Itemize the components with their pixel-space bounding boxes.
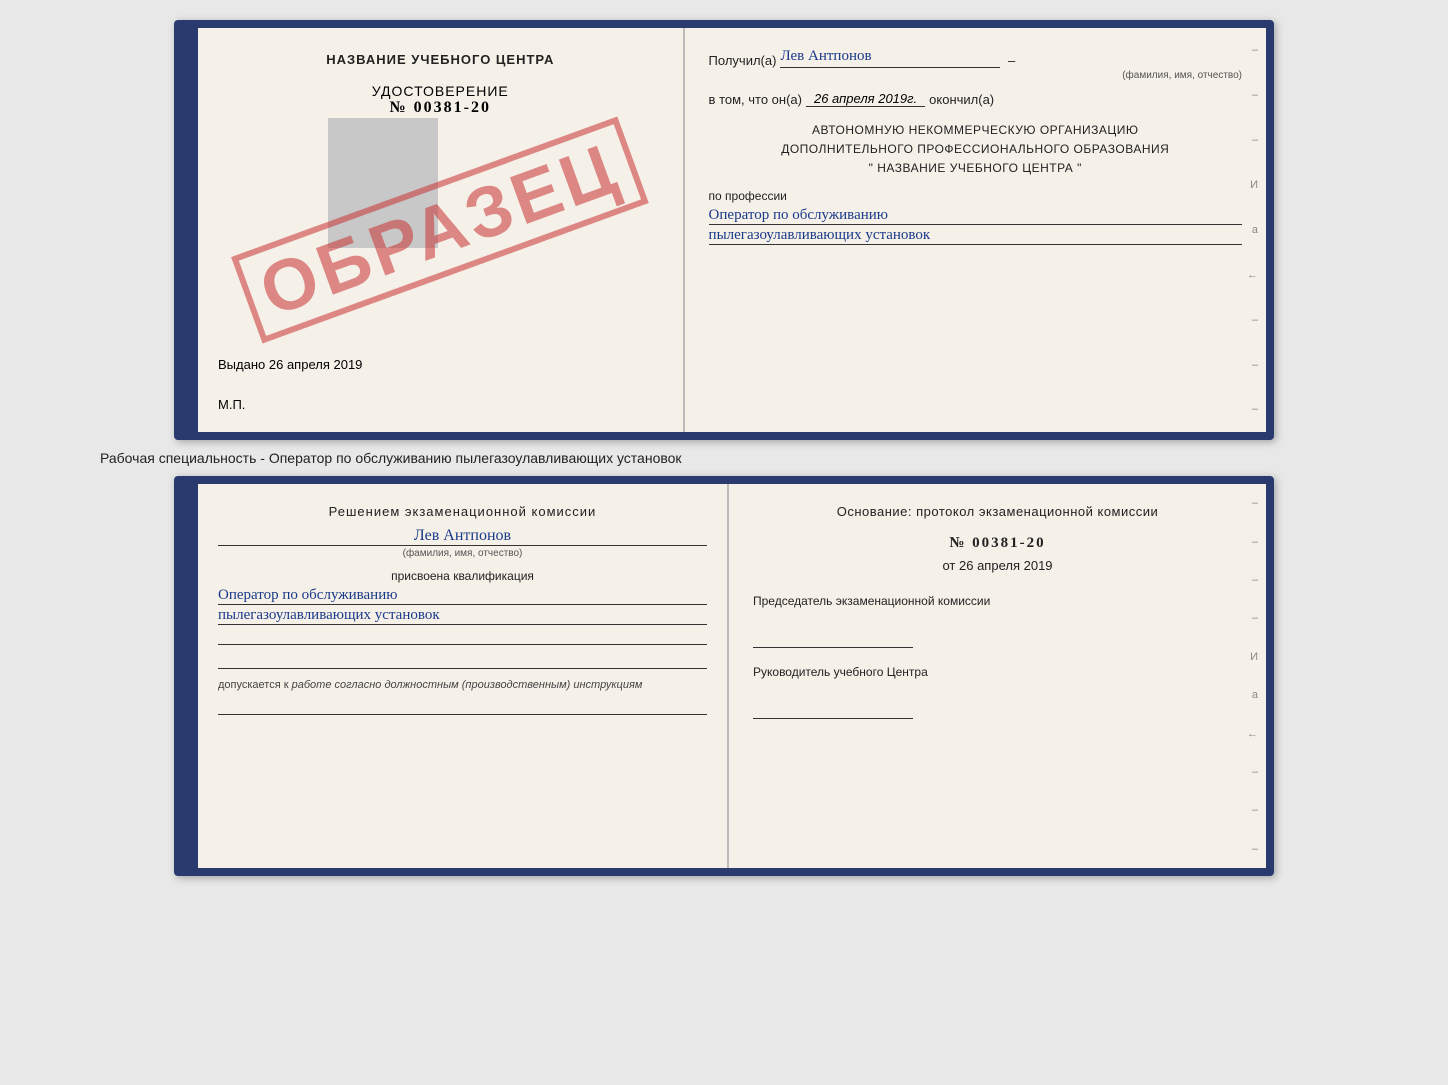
dash: – — [1004, 53, 1015, 68]
bottom-certificate-book: Решением экзаменационной комиссии Лев Ан… — [174, 476, 1274, 876]
komissia-title: Решением экзаменационной комиссии — [218, 504, 707, 519]
dopusk-italic: работе согласно должностным (производств… — [292, 679, 643, 691]
bottom-left-page: Решением экзаменационной комиссии Лев Ан… — [198, 484, 729, 868]
completed-suffix: окончил(а) — [929, 92, 994, 107]
org-line3: " НАЗВАНИЕ УЧЕБНОГО ЦЕНТРА " — [869, 161, 1082, 175]
chairman-block: Председатель экзаменационной комиссии — [753, 593, 1242, 648]
director-block: Руководитель учебного Центра — [753, 664, 1242, 719]
cert-number: № 00381-20 — [218, 99, 663, 117]
side-marks-bottom: – – – – И а ← – – – — [1247, 484, 1258, 868]
top-left-page: НАЗВАНИЕ УЧЕБНОГО ЦЕНТРА УДОСТОВЕРЕНИЕ №… — [198, 28, 685, 432]
recipient-name: Лев Антпонов — [780, 48, 1000, 68]
kvalif-value2: пылегазоулавливающих установок — [218, 607, 707, 625]
subtitle: Рабочая специальность - Оператор по обсл… — [100, 450, 682, 466]
org-block: АВТОНОМНУЮ НЕКОММЕРЧЕСКУЮ ОРГАНИЗАЦИЮ ДО… — [709, 121, 1242, 179]
received-line: Получил(а) Лев Антпонов – — [709, 48, 1242, 68]
dopusk-block: допускается к работе согласно должностны… — [218, 679, 707, 691]
cert-label: УДОСТОВЕРЕНИЕ — [218, 83, 663, 99]
osnov-label: Основание: протокол экзаменационной коми… — [753, 504, 1242, 519]
protocol-date-value: 26 апреля 2019 — [959, 558, 1053, 573]
profession-label: по профессии — [709, 189, 1242, 203]
bottom-spine — [182, 484, 198, 868]
blank-line-2 — [218, 649, 707, 669]
profession-value2: пылегазоулавливающих установок — [709, 227, 1242, 245]
issued-prefix: Выдано — [218, 357, 265, 372]
obrazec-stamp: ОБРАЗЕЦ — [231, 116, 649, 343]
protocol-date-prefix: от — [942, 558, 955, 573]
received-prefix: Получил(а) — [709, 53, 777, 68]
blank-line-3 — [218, 695, 707, 715]
chairman-label: Председатель экзаменационной комиссии — [753, 593, 1242, 610]
dopusk-prefix: допускается к — [218, 679, 289, 691]
org-line1: АВТОНОМНУЮ НЕКОММЕРЧЕСКУЮ ОРГАНИЗАЦИЮ — [812, 123, 1139, 137]
blank-line-1 — [218, 625, 707, 645]
top-certificate-book: НАЗВАНИЕ УЧЕБНОГО ЦЕНТРА УДОСТОВЕРЕНИЕ №… — [174, 20, 1274, 440]
bottom-right-page: Основание: протокол экзаменационной коми… — [729, 484, 1266, 868]
top-right-page: Получил(а) Лев Антпонов – (фамилия, имя,… — [685, 28, 1266, 432]
profession-block: по профессии Оператор по обслуживанию пы… — [709, 189, 1242, 245]
completion-line: в том, что он(а) 26 апреля 2019г. окончи… — [709, 91, 1242, 107]
side-marks-top: – – – И а ← – – – — [1247, 28, 1258, 432]
org-line2: ДОПОЛНИТЕЛЬНОГО ПРОФЕССИОНАЛЬНОГО ОБРАЗО… — [781, 142, 1169, 156]
protocol-number: № 00381-20 — [753, 535, 1242, 552]
bottom-fio-sublabel: (фамилия, имя, отчество) — [218, 548, 707, 559]
director-label: Руководитель учебного Центра — [753, 664, 1242, 681]
chairman-sig-line — [753, 630, 913, 648]
issued-date-value: 26 апреля 2019 — [269, 357, 363, 372]
completion-date: 26 апреля 2019г. — [806, 91, 925, 107]
in-that-prefix: в том, что он(а) — [709, 92, 802, 107]
document-wrapper: НАЗВАНИЕ УЧЕБНОГО ЦЕНТРА УДОСТОВЕРЕНИЕ №… — [20, 20, 1428, 876]
top-spine — [182, 28, 198, 432]
bottom-fio: Лев Антпонов — [218, 527, 707, 546]
issued-date-block: Выдано 26 апреля 2019 — [218, 357, 362, 372]
protocol-date-block: от 26 апреля 2019 — [753, 558, 1242, 573]
director-sig-line — [753, 701, 913, 719]
cert-number-block: УДОСТОВЕРЕНИЕ № 00381-20 — [218, 83, 663, 117]
training-center-title: НАЗВАНИЕ УЧЕБНОГО ЦЕНТРА — [218, 52, 663, 67]
protocol-number-value: № 00381-20 — [949, 535, 1045, 551]
fio-sublabel-top: (фамилия, имя, отчество) — [789, 70, 1242, 81]
photo-placeholder — [328, 118, 438, 248]
mp-label: М.П. — [218, 397, 245, 412]
kvalif-value1: Оператор по обслуживанию — [218, 587, 707, 605]
assigned-label: присвоена квалификация — [218, 569, 707, 583]
profession-value1: Оператор по обслуживанию — [709, 207, 1242, 225]
